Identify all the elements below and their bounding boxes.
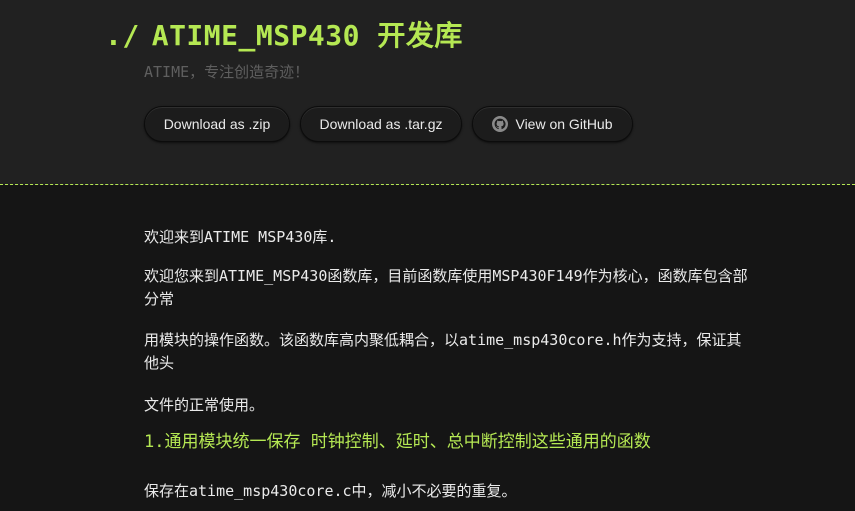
tagline: ATIME，专注创造奇迹！ — [144, 63, 310, 81]
section-heading: 1.通用模块统一保存 时钟控制、延时、总中断控制这些通用的函数 — [144, 432, 651, 452]
github-icon — [492, 115, 509, 132]
page-title: ./ ATIME_MSP430 开发库 — [105, 14, 463, 54]
header-divider — [0, 184, 855, 185]
title-prefix: ./ — [105, 19, 140, 52]
site-header: ./ ATIME_MSP430 开发库 ATIME，专注创造奇迹！ Downloa… — [0, 0, 855, 185]
description-paragraph-2: 用模块的操作函数。该函数库高内聚低耦合，以atime_msp430core.h作… — [144, 331, 742, 372]
title-text: ATIME_MSP430 开发库 — [151, 19, 463, 52]
section-paragraph: 保存在atime_msp430core.c中，减小不必要的重复。 — [144, 482, 517, 500]
view-on-github-button[interactable]: View on GitHub — [472, 106, 633, 142]
download-tar-gz-button[interactable]: Download as .tar.gz — [300, 106, 462, 142]
intro-paragraph: 欢迎来到ATIME MSP430库. — [144, 228, 337, 246]
description-paragraph-3: 文件的正常使用。 — [144, 396, 265, 414]
download-zip-button[interactable]: Download as .zip — [144, 106, 290, 142]
description-paragraph-1: 欢迎您来到ATIME_MSP430函数库，目前函数库使用MSP430F149作为… — [144, 267, 748, 308]
github-button-label: View on GitHub — [515, 116, 613, 132]
